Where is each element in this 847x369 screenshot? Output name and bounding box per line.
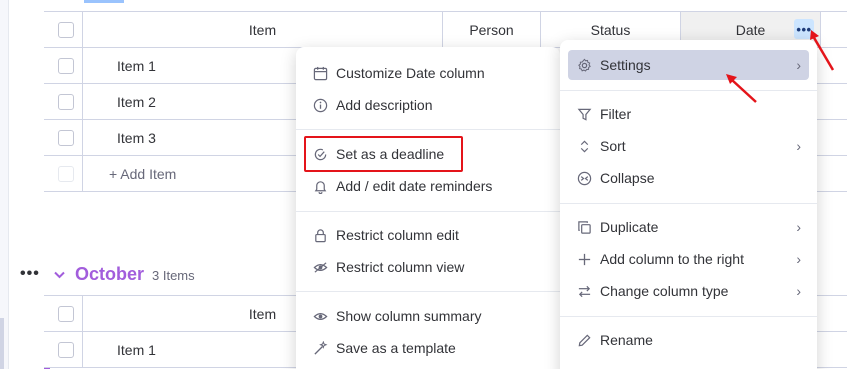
item-name: Item 3 bbox=[117, 129, 156, 146]
row-checkbox-cell bbox=[50, 332, 83, 367]
column-options-menu: Settings › Filter Sort › Collapse Duplic… bbox=[560, 40, 817, 369]
pencil-icon bbox=[576, 332, 592, 348]
row-checkbox-cell bbox=[50, 120, 83, 155]
chevron-right-icon: › bbox=[796, 283, 801, 299]
menu-item-column-summary[interactable]: Show column summary bbox=[304, 301, 552, 331]
menu-item-filter[interactable]: Filter bbox=[568, 99, 809, 129]
header-item[interactable]: Item bbox=[83, 12, 443, 47]
group-item-count: 3 Items bbox=[152, 268, 195, 283]
chevron-right-icon: › bbox=[796, 138, 801, 154]
menu-divider bbox=[296, 129, 560, 130]
header-checkbox-cell bbox=[50, 12, 83, 47]
bell-icon bbox=[312, 178, 328, 194]
menu-item-add-column-right[interactable]: Add column to the right › bbox=[568, 244, 809, 274]
menu-item-label: Show column summary bbox=[336, 308, 482, 324]
row-checkbox[interactable] bbox=[58, 57, 74, 74]
menu-divider bbox=[296, 291, 560, 292]
header-checkbox-cell bbox=[50, 296, 83, 331]
group-title-fragment bbox=[84, 0, 124, 3]
row-checkbox[interactable] bbox=[58, 93, 74, 110]
menu-item-label: Sort bbox=[600, 138, 626, 154]
menu-item-label: Restrict column view bbox=[336, 259, 465, 275]
chevron-right-icon: › bbox=[796, 57, 801, 73]
menu-item-restrict-view[interactable]: Restrict column view bbox=[304, 252, 552, 282]
menu-divider bbox=[560, 203, 817, 204]
select-all-checkbox[interactable] bbox=[58, 21, 74, 38]
chevron-right-icon: › bbox=[796, 251, 801, 267]
lock-icon bbox=[312, 227, 328, 243]
filter-icon bbox=[576, 106, 592, 122]
sort-icon bbox=[576, 138, 592, 154]
menu-item-customize-date-column[interactable]: Customize Date column bbox=[304, 58, 552, 88]
eye-icon bbox=[312, 308, 328, 324]
chevron-right-icon: › bbox=[796, 219, 801, 235]
menu-item-duplicate[interactable]: Duplicate › bbox=[568, 212, 809, 242]
select-all-checkbox[interactable] bbox=[58, 305, 74, 322]
header-status-label: Status bbox=[590, 21, 631, 38]
info-icon bbox=[312, 97, 328, 113]
menu-item-label: Save as a template bbox=[336, 340, 456, 356]
menu-item-label: Customize Date column bbox=[336, 65, 485, 81]
menu-item-change-column-type[interactable]: Change column type › bbox=[568, 276, 809, 306]
collapse-icon bbox=[576, 170, 592, 186]
swap-icon bbox=[576, 283, 592, 299]
menu-divider bbox=[560, 316, 817, 317]
chevron-down-icon[interactable] bbox=[54, 267, 65, 282]
menu-item-restrict-edit[interactable]: Restrict column edit bbox=[304, 220, 552, 250]
menu-item-label: Collapse bbox=[600, 170, 655, 186]
annotation-arrow-icon bbox=[810, 30, 835, 71]
column-settings-submenu: Customize Date column Add description Se… bbox=[296, 47, 560, 369]
add-row-checkbox bbox=[58, 165, 74, 182]
add-item-label: + Add Item bbox=[109, 165, 177, 182]
item-name: Item 1 bbox=[117, 341, 156, 358]
group2-title-bar: ••• October 3 Items bbox=[20, 262, 195, 286]
menu-item-label: Add / edit date reminders bbox=[336, 178, 493, 194]
group-menu-icon[interactable]: ••• bbox=[20, 265, 50, 283]
eye-off-icon bbox=[312, 259, 328, 275]
left-rail bbox=[0, 0, 9, 369]
highlight-box bbox=[304, 136, 463, 172]
menu-item-date-reminders[interactable]: Add / edit date reminders bbox=[304, 171, 552, 201]
menu-item-sort[interactable]: Sort › bbox=[568, 131, 809, 161]
annotation-arrow-icon bbox=[726, 74, 757, 103]
rail-strip bbox=[0, 318, 4, 369]
menu-item-label: Filter bbox=[600, 106, 632, 122]
calendar-icon bbox=[312, 65, 328, 81]
row-checkbox[interactable] bbox=[58, 341, 74, 358]
item-name: Item 2 bbox=[117, 93, 156, 110]
menu-item-label: Restrict column edit bbox=[336, 227, 459, 243]
menu-item-label: Change column type bbox=[600, 283, 729, 299]
menu-item-label: Duplicate bbox=[600, 219, 659, 235]
row-checkbox-cell bbox=[50, 48, 83, 83]
menu-item-add-description[interactable]: Add description bbox=[304, 90, 552, 120]
group-name[interactable]: October bbox=[75, 264, 144, 285]
menu-item-label: Add column to the right bbox=[600, 251, 744, 267]
menu-item-save-template[interactable]: Save as a template bbox=[304, 333, 552, 363]
duplicate-icon bbox=[576, 219, 592, 235]
menu-divider bbox=[296, 211, 560, 212]
header-person[interactable]: Person bbox=[443, 12, 541, 47]
gear-icon bbox=[576, 57, 592, 73]
header-person-label: Person bbox=[469, 21, 514, 38]
menu-item-label: Settings bbox=[600, 57, 651, 73]
row-checkbox[interactable] bbox=[58, 129, 74, 146]
menu-item-label: Rename bbox=[600, 332, 653, 348]
add-row-checkbox-cell bbox=[50, 156, 83, 191]
menu-item-collapse[interactable]: Collapse bbox=[568, 163, 809, 193]
menu-item-settings[interactable]: Settings › bbox=[568, 50, 809, 80]
magic-wand-icon bbox=[312, 340, 328, 356]
header-item-label: Item bbox=[248, 21, 277, 38]
menu-divider bbox=[560, 90, 817, 91]
plus-icon bbox=[576, 251, 592, 267]
menu-item-rename[interactable]: Rename bbox=[568, 325, 809, 355]
row-checkbox-cell bbox=[50, 84, 83, 119]
item-name: Item 1 bbox=[117, 57, 156, 74]
menu-item-label: Add description bbox=[336, 97, 433, 113]
